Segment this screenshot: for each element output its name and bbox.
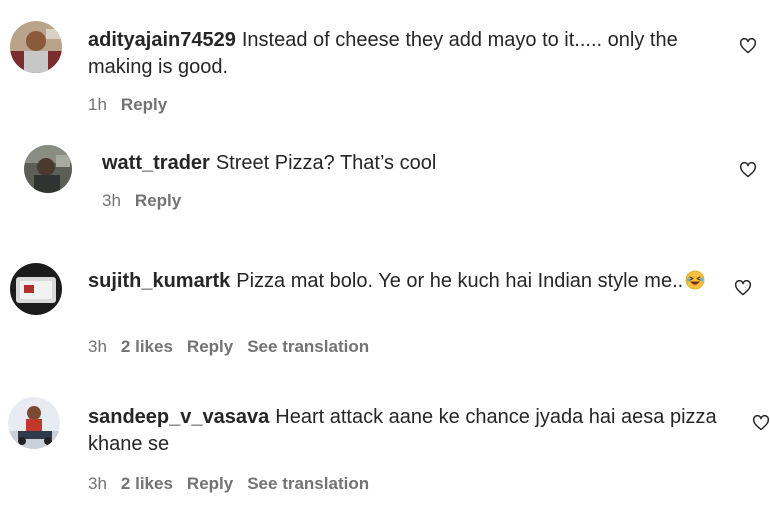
comment-time: 1h (88, 95, 107, 114)
laughing-emoji-icon (685, 270, 705, 290)
avatar-photo (10, 263, 62, 315)
avatar[interactable] (8, 397, 60, 449)
reply-button[interactable]: Reply (187, 337, 233, 356)
heart-icon[interactable] (739, 38, 757, 54)
avatar-photo (24, 145, 72, 193)
comment-time: 3h (88, 474, 107, 493)
avatar[interactable] (24, 145, 72, 193)
heart-icon[interactable] (734, 280, 752, 296)
heart-icon[interactable] (739, 162, 757, 178)
reply-button[interactable]: Reply (135, 191, 181, 210)
avatar[interactable] (10, 263, 62, 315)
see-translation-button[interactable]: See translation (247, 474, 369, 493)
avatar-photo (8, 397, 60, 449)
likes-count[interactable]: 2 likes (121, 337, 173, 356)
comment-username[interactable]: sandeep_v_vasava (88, 406, 269, 428)
reply-button[interactable]: Reply (187, 474, 233, 493)
see-translation-button[interactable]: See translation (247, 337, 369, 356)
avatar-photo (10, 21, 62, 73)
comment-username[interactable]: watt_trader (102, 152, 210, 174)
comment-username[interactable]: sujith_kumartk (88, 270, 230, 292)
comment-text: Street Pizza? That’s cool (215, 152, 437, 174)
comment-username[interactable]: adityajain74529 (88, 29, 236, 51)
comment-time: 3h (102, 191, 121, 210)
comment-time: 3h (88, 337, 107, 356)
avatar[interactable] (10, 21, 62, 73)
reply-button[interactable]: Reply (121, 95, 167, 114)
comment-text: Pizza mat bolo. Ye or he kuch hai Indian… (236, 270, 684, 292)
heart-icon[interactable] (752, 415, 770, 431)
likes-count[interactable]: 2 likes (121, 474, 173, 493)
